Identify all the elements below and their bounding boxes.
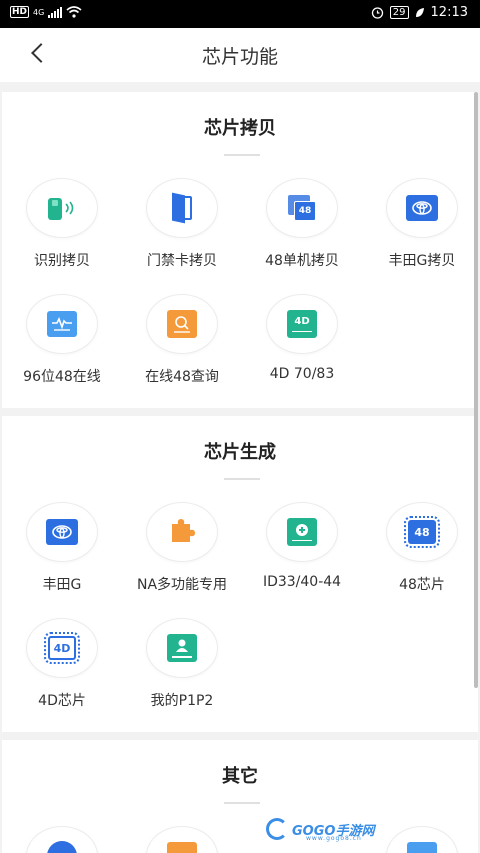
tile-door-card-copy[interactable]: 门禁卡拷贝 (122, 178, 242, 270)
tile-other-4[interactable] (362, 826, 480, 853)
toyota-icon (406, 195, 438, 221)
chip-4d-outline-icon: 4D (44, 632, 80, 664)
section-chip-copy: 芯片拷贝 识别拷贝 门禁卡拷贝 48 48单机拷贝 丰田G拷贝 96位48在线 … (2, 92, 478, 408)
tile-online-48-query[interactable]: 在线48查询 (122, 294, 242, 386)
phone-nfc-icon (46, 194, 78, 222)
page-title: 芯片功能 (201, 46, 278, 68)
toyota-icon (46, 519, 78, 545)
tile-label: 丰田G (42, 577, 82, 593)
tile-other-2[interactable] (122, 826, 242, 853)
section-divider (224, 154, 260, 156)
status-bar: HD 4G 29 12:13 (0, 0, 480, 28)
section-divider (224, 802, 260, 804)
tile-48-chip[interactable]: 48 48芯片 (362, 502, 480, 594)
tile-toyota-g[interactable]: 丰田G (2, 502, 122, 594)
tile-recognize-copy[interactable]: 识别拷贝 (2, 178, 122, 270)
section-other: 其它 (2, 740, 478, 853)
scrollbar[interactable] (474, 92, 478, 688)
tile-label: 门禁卡拷贝 (147, 253, 217, 269)
section-chip-generate: 芯片生成 丰田G NA多功能专用 ID33/40-44 48 48芯片 4D 4… (2, 416, 478, 732)
door-icon (169, 192, 195, 224)
chip-4d-icon: 4D (287, 310, 317, 338)
tile-other-1[interactable] (2, 826, 122, 853)
clock: 12:13 (430, 5, 468, 20)
tile-label: ID33/40-44 (262, 574, 342, 590)
watermark: GOGO手游网 www.gogo8.cn (266, 818, 374, 842)
tile-label: NA多功能专用 (136, 577, 228, 593)
nav-bar: 芯片功能 (0, 28, 480, 82)
alarm-icon (371, 7, 383, 19)
tile-label: 在线48查询 (145, 369, 219, 385)
tile-48-standalone-copy[interactable]: 48 48单机拷贝 (242, 178, 362, 270)
tile-96bit-48-online[interactable]: 96位48在线 (2, 294, 122, 386)
app-icon (47, 841, 77, 853)
tile-my-p1p2[interactable]: 我的P1P2 (122, 618, 242, 710)
watermark-logo-icon (266, 818, 288, 840)
battery-icon: 29 (389, 6, 409, 19)
tile-label: 4D 70/83 (269, 366, 335, 382)
app-icon (407, 842, 437, 853)
section-divider (224, 478, 260, 480)
tile-na-multifunction[interactable]: NA多功能专用 (122, 502, 242, 594)
tile-label: 96位48在线 (23, 369, 101, 385)
search-card-icon (167, 310, 197, 338)
section-title: 其它 (222, 766, 258, 787)
waveform-icon (47, 311, 77, 337)
chip-48-stack-icon: 48 (287, 194, 317, 222)
tile-label: 48芯片 (399, 577, 445, 593)
hd-badge: HD (10, 6, 30, 18)
leaf-icon (415, 7, 424, 17)
app-icon (167, 842, 197, 853)
tile-id33-40-44[interactable]: ID33/40-44 (242, 502, 362, 590)
chip-48-icon: 48 (404, 516, 440, 548)
tile-label: 48单机拷贝 (265, 253, 339, 269)
signal-icon (48, 6, 63, 18)
tile-label: 4D芯片 (38, 693, 86, 709)
wifi-icon (66, 6, 82, 18)
tile-label: 识别拷贝 (34, 253, 90, 269)
tile-label: 我的P1P2 (150, 693, 214, 709)
section-title: 芯片生成 (204, 442, 276, 463)
network-type: 4G (33, 7, 45, 17)
puzzle-icon (167, 515, 197, 549)
tile-4d-chip[interactable]: 4D 4D芯片 (2, 618, 122, 710)
person-card-icon (167, 634, 197, 662)
tile-4d-70-83[interactable]: 4D 4D 70/83 (242, 294, 362, 382)
tile-toyota-g-copy[interactable]: 丰田G拷贝 (362, 178, 480, 270)
section-title: 芯片拷贝 (204, 118, 276, 139)
plus-card-icon (287, 518, 317, 546)
tile-label: 丰田G拷贝 (388, 253, 456, 269)
watermark-subtext: www.gogo8.cn (306, 835, 362, 842)
